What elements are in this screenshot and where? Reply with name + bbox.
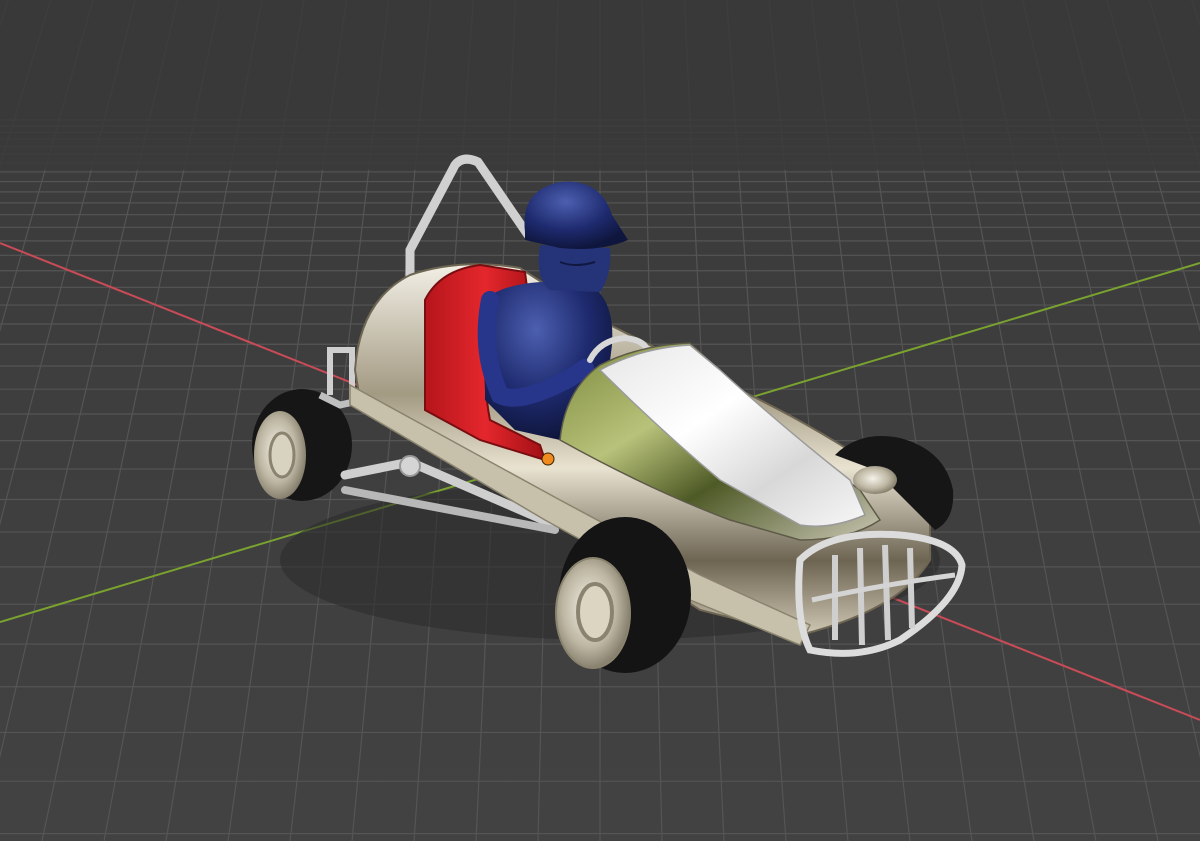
horizon-fade: [0, 0, 1200, 170]
origin-point-icon[interactable]: [541, 452, 555, 466]
driver-face: [538, 245, 611, 292]
rear-left-hub: [268, 431, 296, 479]
3d-viewport[interactable]: [0, 0, 1200, 841]
viewport-canvas[interactable]: [0, 0, 1200, 841]
front-left-hub: [576, 582, 614, 642]
rear-right-rim: [853, 466, 897, 494]
